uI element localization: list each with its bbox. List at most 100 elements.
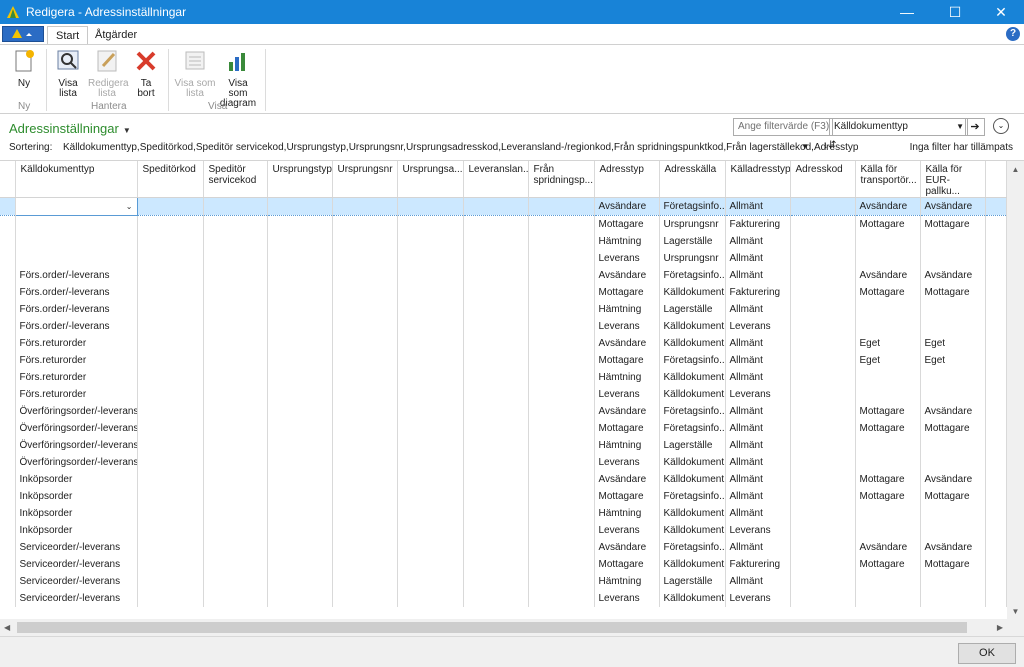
table-cell[interactable]: Fakturering bbox=[725, 284, 791, 301]
table-cell[interactable]: Lagerställe bbox=[659, 573, 726, 590]
table-cell[interactable] bbox=[137, 386, 204, 403]
table-cell[interactable] bbox=[790, 335, 856, 352]
table-cell[interactable] bbox=[203, 573, 268, 590]
table-cell[interactable] bbox=[397, 573, 464, 590]
table-cell[interactable] bbox=[397, 488, 464, 505]
table-row[interactable]: Serviceorder/-leverans Avsändare Företagsi… bbox=[0, 539, 1007, 556]
table-cell[interactable]: Avsändare bbox=[594, 335, 660, 352]
table-cell[interactable] bbox=[528, 386, 595, 403]
table-cell[interactable] bbox=[790, 471, 856, 488]
table-cell[interactable]: Förs.order/-leverans bbox=[15, 301, 138, 318]
scroll-left-icon[interactable]: ◀ bbox=[4, 619, 10, 636]
table-cell[interactable]: Förs.returorder bbox=[15, 335, 138, 352]
table-cell[interactable] bbox=[332, 471, 398, 488]
table-cell[interactable]: Källdokument bbox=[659, 369, 726, 386]
column-header[interactable]: Speditör servicekod bbox=[203, 161, 268, 198]
horizontal-scrollbar[interactable]: ◀ ▶ bbox=[0, 619, 1007, 636]
table-cell[interactable] bbox=[332, 437, 398, 454]
table-row[interactable]: Inköpsorder Mottagare Företagsinfo... Allmä… bbox=[0, 488, 1007, 505]
table-cell[interactable] bbox=[397, 556, 464, 573]
table-cell[interactable]: Företagsinfo... bbox=[659, 403, 726, 420]
table-cell[interactable]: Mottagare bbox=[594, 556, 660, 573]
table-cell[interactable]: Mottagare bbox=[920, 556, 986, 573]
table-cell[interactable] bbox=[332, 539, 398, 556]
table-cell[interactable] bbox=[855, 573, 921, 590]
table-cell[interactable] bbox=[332, 454, 398, 471]
table-cell[interactable]: Leverans bbox=[594, 454, 660, 471]
scroll-down-icon[interactable]: ▼ bbox=[1007, 603, 1024, 620]
table-cell[interactable] bbox=[332, 369, 398, 386]
table-cell[interactable] bbox=[790, 590, 856, 607]
table-cell[interactable]: Mottagare bbox=[855, 471, 921, 488]
table-cell[interactable] bbox=[137, 539, 204, 556]
table-cell[interactable]: Källdokument bbox=[659, 471, 726, 488]
table-cell[interactable] bbox=[528, 215, 595, 233]
table-cell[interactable] bbox=[790, 352, 856, 369]
table-cell[interactable]: Mottagare bbox=[855, 556, 921, 573]
table-cell[interactable] bbox=[332, 386, 398, 403]
table-cell[interactable]: Mottagare bbox=[594, 420, 660, 437]
table-cell[interactable]: Allmänt bbox=[725, 573, 791, 590]
table-cell[interactable] bbox=[397, 352, 464, 369]
table-row[interactable]: Förs.order/-leverans Hämtning Lagerställe A… bbox=[0, 301, 1007, 318]
row-selector[interactable] bbox=[0, 250, 16, 267]
tab-actions[interactable]: Åtgärder bbox=[87, 26, 145, 44]
row-selector[interactable] bbox=[0, 369, 16, 386]
table-cell[interactable]: Avsändare bbox=[920, 197, 986, 216]
column-header[interactable]: Adresstyp bbox=[594, 161, 660, 198]
table-cell[interactable] bbox=[463, 197, 529, 216]
table-cell[interactable] bbox=[267, 454, 333, 471]
row-selector[interactable] bbox=[0, 505, 16, 522]
table-cell[interactable] bbox=[397, 505, 464, 522]
table-cell[interactable] bbox=[267, 573, 333, 590]
table-cell[interactable] bbox=[203, 233, 268, 250]
table-cell[interactable] bbox=[463, 352, 529, 369]
table-cell[interactable]: Källdokument bbox=[659, 556, 726, 573]
table-cell[interactable] bbox=[137, 215, 204, 233]
table-cell[interactable]: Hämtning bbox=[594, 301, 660, 318]
table-row[interactable]: Överföringsorder/-leverans Leverans Källdo… bbox=[0, 454, 1007, 471]
help-icon[interactable]: ? bbox=[1006, 27, 1020, 41]
table-cell[interactable] bbox=[855, 590, 921, 607]
table-cell[interactable] bbox=[790, 420, 856, 437]
table-cell[interactable] bbox=[203, 556, 268, 573]
table-cell[interactable] bbox=[463, 301, 529, 318]
table-cell[interactable]: Allmänt bbox=[725, 454, 791, 471]
table-cell[interactable] bbox=[137, 505, 204, 522]
table-cell[interactable] bbox=[528, 539, 595, 556]
table-row[interactable]: Överföringsorder/-leverans Hämtning Lagers… bbox=[0, 437, 1007, 454]
table-cell[interactable] bbox=[332, 318, 398, 335]
table-cell[interactable]: Allmänt bbox=[725, 197, 791, 216]
apply-filter-arrow-icon[interactable]: ➔ bbox=[965, 118, 985, 136]
column-header[interactable]: Leveranslan... bbox=[463, 161, 529, 198]
table-cell[interactable] bbox=[528, 471, 595, 488]
table-cell[interactable] bbox=[137, 403, 204, 420]
table-cell[interactable]: Allmänt bbox=[725, 233, 791, 250]
table-cell[interactable] bbox=[137, 454, 204, 471]
table-row[interactable]: Överföringsorder/-leverans Avsändare Föret… bbox=[0, 403, 1007, 420]
row-selector[interactable] bbox=[0, 471, 16, 488]
row-selector[interactable] bbox=[0, 539, 16, 556]
table-cell[interactable] bbox=[267, 197, 333, 216]
table-cell[interactable] bbox=[920, 573, 986, 590]
table-cell[interactable] bbox=[203, 590, 268, 607]
table-cell[interactable] bbox=[790, 556, 856, 573]
table-cell[interactable] bbox=[397, 437, 464, 454]
table-cell[interactable] bbox=[332, 215, 398, 233]
table-row[interactable]: ⌄ Avsändare Företagsinfo... Allmänt Avsändar… bbox=[0, 197, 1007, 216]
table-cell[interactable] bbox=[137, 420, 204, 437]
table-cell[interactable]: Mottagare bbox=[855, 420, 921, 437]
table-cell[interactable]: Mottagare bbox=[855, 215, 921, 233]
table-cell[interactable] bbox=[332, 420, 398, 437]
column-header[interactable]: Adresskod bbox=[790, 161, 856, 198]
table-cell[interactable]: Leverans bbox=[594, 386, 660, 403]
table-cell[interactable]: Allmänt bbox=[725, 335, 791, 352]
minimize-button[interactable]: — bbox=[884, 0, 930, 24]
tab-start[interactable]: Start bbox=[47, 26, 89, 45]
maximize-button[interactable]: ☐ bbox=[932, 0, 978, 24]
table-cell[interactable]: Inköpsorder bbox=[15, 522, 138, 539]
table-row[interactable]: Förs.returorder Avsändare Källdokument Allm… bbox=[0, 335, 1007, 352]
table-cell[interactable] bbox=[528, 335, 595, 352]
table-cell[interactable] bbox=[855, 250, 921, 267]
table-cell[interactable]: Mottagare bbox=[594, 488, 660, 505]
